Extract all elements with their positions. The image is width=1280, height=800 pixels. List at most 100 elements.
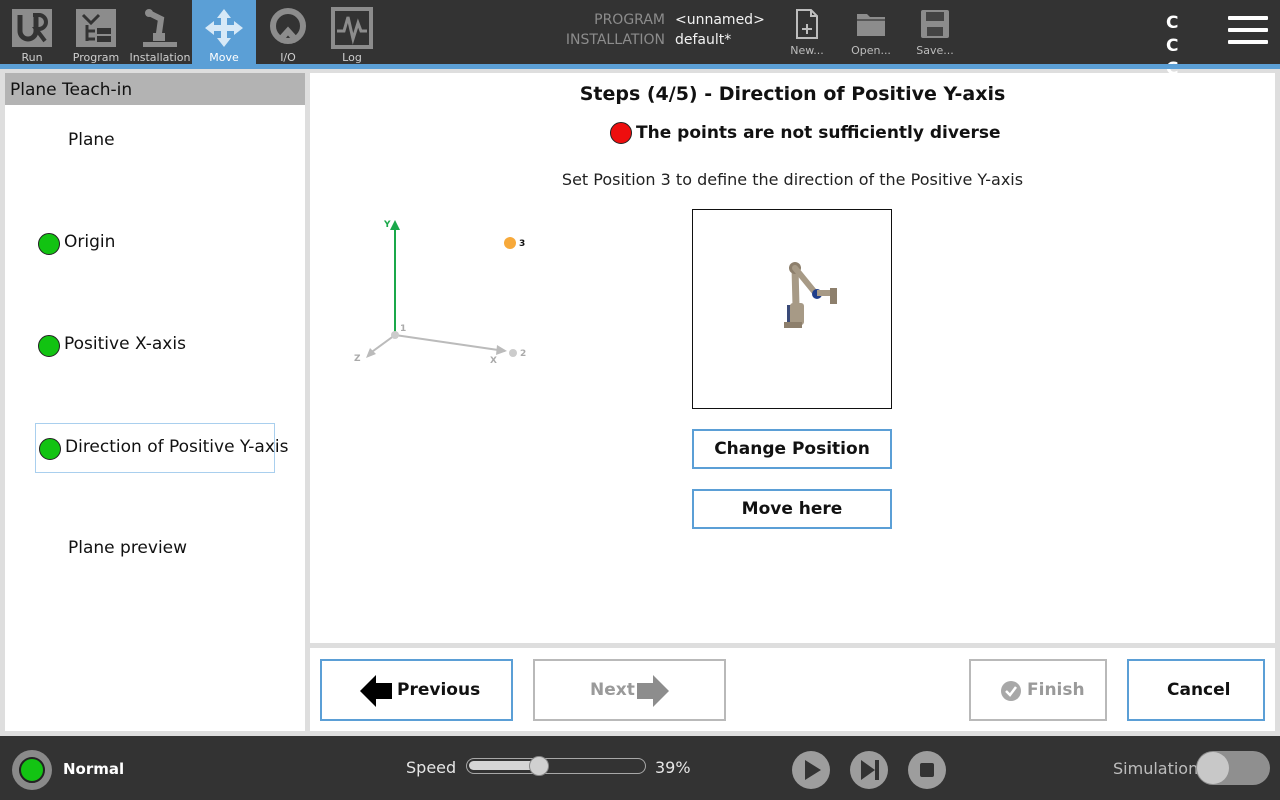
x-axis-label: X (490, 356, 497, 366)
wizard-title: Plane Teach-in (5, 73, 305, 105)
step-origin[interactable]: Origin (35, 219, 275, 269)
finish-label: Finish (1027, 680, 1085, 700)
step-done-dot-icon (38, 335, 60, 357)
instruction-text: Set Position 3 to define the direction o… (561, 170, 1024, 189)
status-footer: Normal Speed 39% Simulation (0, 736, 1280, 800)
power-indicator-icon (19, 757, 45, 783)
save-disk-icon (921, 10, 949, 38)
point-2-label: 2 (520, 349, 526, 359)
z-axis-label: Z (354, 354, 361, 364)
tab-installation-label: Installation (129, 51, 191, 64)
tab-log[interactable]: Log (320, 0, 384, 64)
speed-slider[interactable] (466, 758, 646, 774)
y-axis-label: Y (383, 220, 391, 230)
next-button[interactable]: Next (533, 659, 726, 721)
arrow-right-icon (637, 675, 669, 707)
tab-run-label: Run (21, 51, 43, 64)
step-positive-x-axis[interactable]: Positive X-axis (35, 321, 275, 371)
x-axis-arrow (496, 345, 507, 355)
previous-button[interactable]: Previous (320, 659, 513, 721)
open-folder-icon (857, 14, 885, 36)
change-position-button[interactable]: Change Position (692, 429, 892, 469)
step-button[interactable] (850, 751, 888, 789)
top-accent-line (0, 64, 1280, 69)
steps-panel: Plane Teach-in Plane Origin Positive X-a… (5, 73, 305, 731)
play-button[interactable] (792, 751, 830, 789)
io-icon (270, 8, 306, 44)
tab-move-label: Move (209, 51, 239, 64)
new-file-icon (796, 9, 818, 39)
arrow-left-icon (360, 675, 392, 707)
step-label: Direction of Positive Y-axis (65, 437, 289, 457)
axis-diagram: Y X Z 1 2 3 (354, 220, 526, 366)
tab-log-label: Log (342, 51, 362, 64)
y-axis-arrow (390, 220, 400, 230)
installation-icon (143, 9, 177, 47)
program-icon (76, 9, 116, 47)
x-axis-line (394, 334, 506, 352)
step-label: Positive X-axis (64, 334, 186, 354)
tab-io-label: I/O (280, 51, 296, 64)
toggle-knob (1197, 752, 1229, 784)
installation-key: INSTALLATION (565, 32, 665, 48)
tab-installation[interactable]: Installation (128, 0, 192, 64)
top-bar: Run Program Installation Move I/O Log PR… (0, 0, 1280, 102)
error-dot-icon (610, 122, 632, 144)
point-3-marker (504, 237, 516, 249)
step-label: Origin (64, 232, 116, 252)
point-1-label: 1 (400, 324, 406, 334)
step-done-dot-icon (39, 438, 61, 460)
program-name: <unnamed> (675, 12, 765, 28)
move-here-button[interactable]: Move here (692, 489, 892, 529)
tab-io[interactable]: I/O (256, 0, 320, 64)
hamburger-menu-icon[interactable] (1228, 16, 1268, 48)
open-button[interactable]: Open... (841, 0, 901, 64)
step-direction-positive-y-axis[interactable]: Direction of Positive Y-axis (35, 423, 289, 473)
log-icon (331, 7, 373, 49)
ur-logo-icon (12, 9, 52, 47)
tab-program[interactable]: Program (64, 0, 128, 64)
checkmark-icon (1001, 681, 1021, 701)
step-title: Steps (4/5) - Direction of Positive Y-ax… (579, 83, 1006, 105)
open-label: Open... (851, 44, 891, 57)
program-key: PROGRAM (594, 12, 665, 28)
step-forward-icon (861, 760, 879, 780)
power-status-button[interactable] (12, 750, 52, 790)
point-2-marker (509, 349, 517, 357)
finish-button[interactable]: Finish (969, 659, 1107, 721)
step-content-panel: Steps (4/5) - Direction of Positive Y-ax… (310, 73, 1275, 643)
save-label: Save... (916, 44, 954, 57)
wizard-navigation: Previous Next Finish Cancel (310, 648, 1275, 731)
step-label: Plane preview (68, 538, 188, 558)
cancel-label: Cancel (1167, 680, 1231, 700)
speed-label: Speed (406, 758, 457, 777)
simulation-toggle[interactable] (1196, 751, 1270, 785)
stop-button[interactable] (908, 751, 946, 789)
step-label: Plane (68, 130, 115, 150)
step-plane-preview[interactable]: Plane preview (35, 525, 275, 575)
robot-status: Normal (63, 760, 125, 778)
previous-label: Previous (397, 680, 481, 700)
cancel-button[interactable]: Cancel (1127, 659, 1265, 721)
play-icon (805, 760, 821, 780)
point-3-label: 3 (519, 239, 525, 249)
speed-slider-handle[interactable] (529, 756, 549, 776)
installation-name: default* (675, 32, 732, 48)
next-label: Next (590, 680, 635, 700)
status-message: The points are not sufficiently diverse (636, 123, 1001, 143)
move-icon (205, 9, 243, 47)
tab-run[interactable]: Run (0, 0, 64, 64)
step-plane[interactable]: Plane (35, 117, 275, 167)
step-done-dot-icon (38, 233, 60, 255)
tab-program-label: Program (72, 51, 120, 64)
point-1-marker (391, 331, 399, 339)
robot-arm-icon (784, 262, 837, 328)
speed-slider-fill (469, 761, 538, 770)
tab-move[interactable]: Move (192, 0, 256, 64)
robot-pose-preview (692, 209, 892, 409)
stop-icon (920, 763, 934, 777)
simulation-label: Simulation (1113, 759, 1199, 778)
save-button[interactable]: Save... (905, 0, 965, 64)
new-button[interactable]: New... (777, 0, 837, 64)
speed-value: 39% (655, 758, 691, 777)
